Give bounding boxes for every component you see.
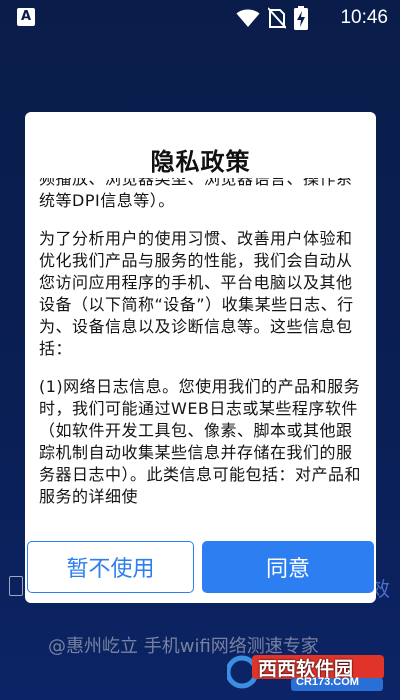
no-sim-icon — [268, 7, 286, 29]
policy-paragraph: (1)网络日志信息。您使用我们的产品和服务时，我们可能通过WEB日志或某些程序软… — [39, 377, 362, 506]
policy-text-scroll[interactable]: 频播放、浏览器类型、浏览器语言、操作系统等DPI信息等）。 为了分析用户的使用习… — [39, 178, 366, 538]
status-icons — [236, 6, 308, 30]
policy-paragraph: 为了分析用户的使用习惯、改善用户体验和优化我们产品与服务的性能，我们会自动从您访… — [39, 229, 354, 358]
decline-button[interactable]: 暂不使用 — [27, 541, 194, 593]
dialog-title: 隐私政策 — [150, 148, 251, 176]
clock: 10:46 — [340, 7, 388, 28]
app-icon-letter: A — [20, 9, 32, 24]
battery-charging-icon — [294, 6, 308, 30]
policy-paragraph: 频播放、浏览器类型、浏览器语言、操作系统等DPI信息等）。 — [39, 178, 353, 210]
wifi-icon — [236, 9, 260, 27]
agreement-checkbox[interactable] — [9, 576, 23, 596]
agree-button[interactable]: 同意 — [202, 541, 374, 593]
status-bar: A 10:46 — [0, 0, 400, 36]
app-notification-icon: A — [17, 8, 35, 26]
site-logo-url: CR173.COM — [296, 676, 359, 688]
privacy-policy-dialog: 隐私政策 频播放、浏览器类型、浏览器语言、操作系统等DPI信息等）。 为了分析用… — [25, 112, 376, 603]
